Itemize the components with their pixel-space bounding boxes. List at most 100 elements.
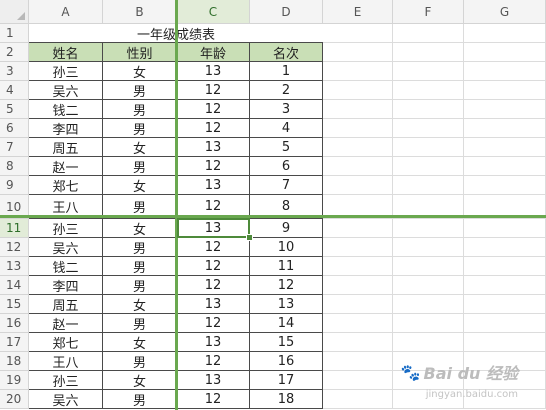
- table-cell[interactable]: 赵一: [29, 314, 103, 333]
- table-cell[interactable]: 男: [103, 390, 177, 409]
- table-cell[interactable]: 孙三: [29, 371, 103, 390]
- row-header-2[interactable]: 2: [0, 43, 29, 62]
- table-cell[interactable]: 男: [103, 81, 177, 100]
- table-cell[interactable]: 5: [250, 138, 323, 157]
- grid-cell[interactable]: [464, 257, 546, 276]
- grid-cell[interactable]: [323, 276, 393, 295]
- table-cell[interactable]: 男: [103, 352, 177, 371]
- table-cell[interactable]: 吴六: [29, 81, 103, 100]
- grid-cell[interactable]: [323, 295, 393, 314]
- row-header-20[interactable]: 20: [0, 390, 29, 409]
- table-cell[interactable]: 周五: [29, 295, 103, 314]
- table-cell[interactable]: 11: [250, 257, 323, 276]
- table-cell[interactable]: 7: [250, 176, 323, 195]
- row-header-14[interactable]: 14: [0, 276, 29, 295]
- grid-cell[interactable]: [323, 100, 393, 119]
- table-cell[interactable]: 12: [177, 238, 250, 257]
- table-cell[interactable]: 2: [250, 81, 323, 100]
- table-cell[interactable]: 男: [103, 276, 177, 295]
- column-header-a[interactable]: A: [29, 0, 103, 24]
- grid-cell[interactable]: [393, 295, 464, 314]
- table-cell[interactable]: 女: [103, 176, 177, 195]
- grid-cell[interactable]: [323, 24, 393, 43]
- table-header-cell[interactable]: 名次: [250, 43, 323, 62]
- row-header-6[interactable]: 6: [0, 119, 29, 138]
- grid-cell[interactable]: [393, 24, 464, 43]
- grid-cell[interactable]: [393, 138, 464, 157]
- grid-cell[interactable]: [323, 238, 393, 257]
- column-header-g[interactable]: G: [464, 0, 546, 24]
- grid-cell[interactable]: [323, 314, 393, 333]
- grid-cell[interactable]: [464, 43, 546, 62]
- table-cell[interactable]: 孙三: [29, 219, 103, 238]
- table-cell[interactable]: 16: [250, 352, 323, 371]
- grid-cell[interactable]: [464, 333, 546, 352]
- table-cell[interactable]: 钱二: [29, 100, 103, 119]
- row-header-7[interactable]: 7: [0, 138, 29, 157]
- grid-cell[interactable]: [323, 62, 393, 81]
- fill-handle[interactable]: [246, 234, 253, 241]
- row-header-12[interactable]: 12: [0, 238, 29, 257]
- table-cell[interactable]: 孙三: [29, 62, 103, 81]
- grid-cell[interactable]: [393, 276, 464, 295]
- grid-cell[interactable]: [464, 276, 546, 295]
- table-cell[interactable]: 女: [103, 138, 177, 157]
- grid-cell[interactable]: [393, 62, 464, 81]
- table-cell[interactable]: 12: [177, 157, 250, 176]
- column-header-b[interactable]: B: [103, 0, 177, 24]
- grid-cell[interactable]: [393, 176, 464, 195]
- grid-cell[interactable]: [464, 24, 546, 43]
- select-all-corner[interactable]: [0, 0, 29, 24]
- grid-cell[interactable]: [393, 157, 464, 176]
- table-cell[interactable]: 12: [177, 257, 250, 276]
- table-cell[interactable]: 3: [250, 100, 323, 119]
- grid-cell[interactable]: [393, 238, 464, 257]
- grid-cell[interactable]: [323, 257, 393, 276]
- table-cell[interactable]: 14: [250, 314, 323, 333]
- grid-cell[interactable]: [323, 333, 393, 352]
- table-cell[interactable]: 钱二: [29, 257, 103, 276]
- column-header-f[interactable]: F: [393, 0, 464, 24]
- grid-cell[interactable]: [464, 138, 546, 157]
- grid-cell[interactable]: [323, 43, 393, 62]
- table-cell[interactable]: 女: [103, 295, 177, 314]
- grid-cell[interactable]: [393, 100, 464, 119]
- row-header-1[interactable]: 1: [0, 24, 29, 43]
- grid-cell[interactable]: [323, 352, 393, 371]
- grid-cell[interactable]: [323, 81, 393, 100]
- table-cell[interactable]: 王八: [29, 352, 103, 371]
- table-cell[interactable]: 12: [177, 119, 250, 138]
- grid-cell[interactable]: [464, 238, 546, 257]
- row-header-9[interactable]: 9: [0, 176, 29, 195]
- column-header-c[interactable]: C: [177, 0, 250, 24]
- table-cell[interactable]: 女: [103, 333, 177, 352]
- table-cell[interactable]: 13: [177, 295, 250, 314]
- grid-cell[interactable]: [393, 43, 464, 62]
- row-header-18[interactable]: 18: [0, 352, 29, 371]
- table-cell[interactable]: 男: [103, 157, 177, 176]
- table-cell[interactable]: 17: [250, 371, 323, 390]
- table-cell[interactable]: 12: [177, 81, 250, 100]
- table-cell[interactable]: 15: [250, 333, 323, 352]
- column-header-d[interactable]: D: [250, 0, 323, 24]
- column-header-e[interactable]: E: [323, 0, 393, 24]
- table-cell[interactable]: 吴六: [29, 390, 103, 409]
- grid-cell[interactable]: [323, 390, 393, 409]
- grid-cell[interactable]: [323, 138, 393, 157]
- table-cell[interactable]: 4: [250, 119, 323, 138]
- grid-cell[interactable]: [464, 81, 546, 100]
- table-cell[interactable]: 赵一: [29, 157, 103, 176]
- table-cell[interactable]: 13: [177, 176, 250, 195]
- active-cell-c11[interactable]: [177, 218, 250, 238]
- grid-cell[interactable]: [393, 119, 464, 138]
- table-cell[interactable]: 男: [103, 238, 177, 257]
- table-cell[interactable]: 18: [250, 390, 323, 409]
- table-cell[interactable]: 郑七: [29, 176, 103, 195]
- row-header-15[interactable]: 15: [0, 295, 29, 314]
- grid-cell[interactable]: [393, 81, 464, 100]
- grid-cell[interactable]: [393, 314, 464, 333]
- grid-cell[interactable]: [464, 295, 546, 314]
- grid-cell[interactable]: [464, 157, 546, 176]
- table-cell[interactable]: 男: [103, 257, 177, 276]
- row-header-3[interactable]: 3: [0, 62, 29, 81]
